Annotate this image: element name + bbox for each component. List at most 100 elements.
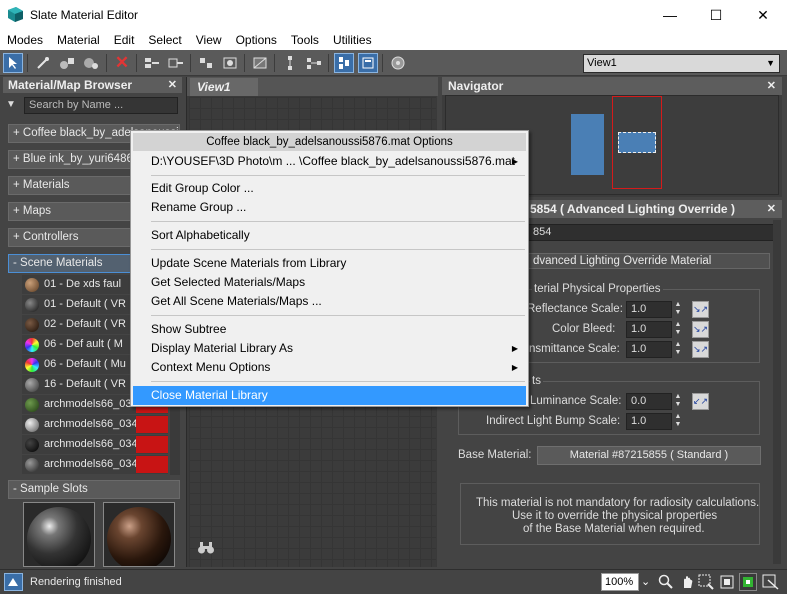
minimize-icon: —	[663, 7, 677, 23]
pan-tool-icon[interactable]	[679, 574, 695, 590]
menu-item-get-selected[interactable]: Get Selected Materials/Maps	[133, 273, 526, 292]
menu-item-context-menu-options[interactable]: Context Menu Options ▶	[133, 358, 526, 377]
submenu-arrow-icon: ▶	[511, 344, 518, 353]
assign-material-icon[interactable]	[57, 53, 77, 73]
binoculars-icon[interactable]	[197, 541, 215, 555]
browser-title: Material/Map Browser	[8, 78, 133, 92]
transmittance-spinner[interactable]: ▲ ▼	[673, 341, 683, 358]
lock-transmittance-icon[interactable]: ↘↗	[692, 341, 709, 358]
menu-bar: Modes Material Edit Select View Options …	[0, 30, 787, 50]
material-preview	[25, 458, 39, 472]
context-menu-title: Coffee black_by_adelsanoussi5876.mat Opt…	[133, 133, 526, 151]
material-preview	[25, 438, 39, 452]
navigator-title: Navigator	[448, 79, 504, 93]
parameter-scrollbar[interactable]	[773, 220, 781, 564]
material-preview	[25, 418, 39, 432]
submenu-arrow-icon: ▶	[511, 157, 518, 166]
base-material-button[interactable]: Material #87215855 ( Standard )	[537, 446, 761, 465]
list-item[interactable]: archmodels66_034_0	[22, 455, 168, 474]
menu-view[interactable]: View	[189, 33, 229, 47]
chevron-down-icon[interactable]: ⌄	[641, 575, 650, 588]
tab-view1[interactable]: View1	[190, 78, 258, 96]
bump-scale-field[interactable]: 1.0	[626, 413, 672, 430]
zoom-tool-icon[interactable]	[658, 574, 674, 590]
filter-dropdown-icon[interactable]: ▼	[6, 97, 24, 113]
toggle-navigator-icon[interactable]	[334, 53, 354, 73]
color-bleed-label: Color Bleed:	[552, 323, 616, 335]
eyedropper-icon[interactable]	[33, 53, 53, 73]
zoom-region-icon[interactable]	[698, 574, 714, 590]
material-name-field[interactable]: 854	[528, 224, 776, 241]
category-sample-slots[interactable]: - Sample Slots	[8, 480, 180, 499]
menu-item-library-path[interactable]: D:\YOUSEF\3D Photo\m ... \Coffee black_b…	[133, 152, 526, 171]
view-select[interactable]: View1 ▼	[583, 54, 780, 73]
delete-icon[interactable]: ✕	[112, 53, 132, 73]
reflectance-spinner[interactable]: ▲ ▼	[673, 301, 683, 318]
sample-slot[interactable]	[23, 502, 95, 567]
zoom-field[interactable]: 100%	[601, 573, 639, 591]
close-icon[interactable]: ✕	[168, 77, 177, 93]
material-preview	[25, 398, 39, 412]
show-map-icon[interactable]	[220, 53, 240, 73]
close-icon[interactable]: ✕	[767, 77, 776, 95]
luminance-field[interactable]: 0.0	[626, 393, 672, 410]
layout-vertical-icon[interactable]	[280, 53, 300, 73]
list-item[interactable]: archmodels66_034_0	[22, 435, 168, 454]
menu-item-sort-alphabetically[interactable]: Sort Alphabetically	[133, 226, 526, 245]
pick-material-icon[interactable]	[81, 53, 101, 73]
close-icon[interactable]: ✕	[767, 200, 776, 218]
menu-item-close-material-library[interactable]: Close Material Library	[133, 386, 526, 405]
color-bleed-spinner[interactable]: ▲ ▼	[673, 321, 683, 338]
material-id-icon[interactable]	[388, 53, 408, 73]
menu-edit[interactable]: Edit	[107, 33, 142, 47]
menu-item-display-library-as[interactable]: Display Material Library As ▶	[133, 339, 526, 358]
view-tabbar: View1	[187, 77, 438, 96]
rollout-title[interactable]: dvanced Lighting Override Material	[528, 253, 770, 269]
lock-color-bleed-icon[interactable]: ↘↗	[692, 321, 709, 338]
menu-item-get-all-scene[interactable]: Get All Scene Materials/Maps ...	[133, 292, 526, 311]
resize-grip-icon[interactable]	[762, 574, 780, 590]
transmittance-field[interactable]: 1.0	[626, 341, 672, 358]
material-preview	[25, 378, 39, 392]
material-preview	[25, 338, 39, 352]
menu-item-show-subtree[interactable]: Show Subtree	[133, 320, 526, 339]
zoom-extents-icon[interactable]	[719, 574, 735, 590]
move-children-icon[interactable]	[142, 53, 162, 73]
reflectance-field[interactable]: 1.0	[626, 301, 672, 318]
menu-item-rename-group[interactable]: Rename Group ...	[133, 198, 526, 217]
color-bleed-field[interactable]: 1.0	[626, 321, 672, 338]
menu-options[interactable]: Options	[229, 33, 284, 47]
menu-modes[interactable]: Modes	[0, 33, 50, 47]
sample-slot[interactable]	[103, 502, 175, 567]
luminance-spinner[interactable]: ▲ ▼	[673, 393, 683, 410]
menu-item-edit-group-color[interactable]: Edit Group Color ...	[133, 179, 526, 198]
menu-material[interactable]: Material	[50, 33, 107, 47]
parameter-editor-icon[interactable]	[358, 53, 378, 73]
bump-scale-spinner[interactable]: ▲ ▼	[673, 413, 683, 430]
close-window-button[interactable]: ✕	[740, 0, 786, 30]
luminance-label: Luminance Scale:	[530, 395, 622, 407]
list-item[interactable]: archmodels66_034_0	[22, 415, 168, 434]
lock-luminance-icon[interactable]: ↙↗	[692, 393, 709, 410]
layout-horizontal-icon[interactable]	[304, 53, 324, 73]
select-children-icon[interactable]	[196, 53, 216, 73]
lock-reflectance-icon[interactable]: ↘↗	[692, 301, 709, 318]
menu-utilities[interactable]: Utilities	[326, 33, 379, 47]
note-line-2: Use it to override the physical properti…	[512, 510, 718, 522]
zoom-extents-selected-icon[interactable]	[739, 573, 757, 591]
navigator-header: Navigator ✕	[442, 77, 782, 95]
minimize-button[interactable]: —	[647, 0, 693, 30]
menu-tools[interactable]: Tools	[284, 33, 326, 47]
menu-item-update-scene-materials[interactable]: Update Scene Materials from Library	[133, 254, 526, 273]
hide-unused-icon[interactable]	[166, 53, 186, 73]
material-header-title: 5854 ( Advanced Lighting Override )	[530, 202, 735, 216]
title-bar: Slate Material Editor — ☐ ✕	[0, 0, 787, 30]
material-preview	[25, 278, 39, 292]
bump-scale-label: Indirect Light Bump Scale:	[486, 415, 621, 427]
search-input[interactable]: Search by Name ...	[24, 97, 178, 114]
menu-select[interactable]: Select	[141, 33, 188, 47]
render-status-icon	[4, 573, 23, 591]
select-tool-icon[interactable]	[3, 53, 23, 73]
maximize-button[interactable]: ☐	[693, 0, 739, 30]
show-background-icon[interactable]	[250, 53, 270, 73]
